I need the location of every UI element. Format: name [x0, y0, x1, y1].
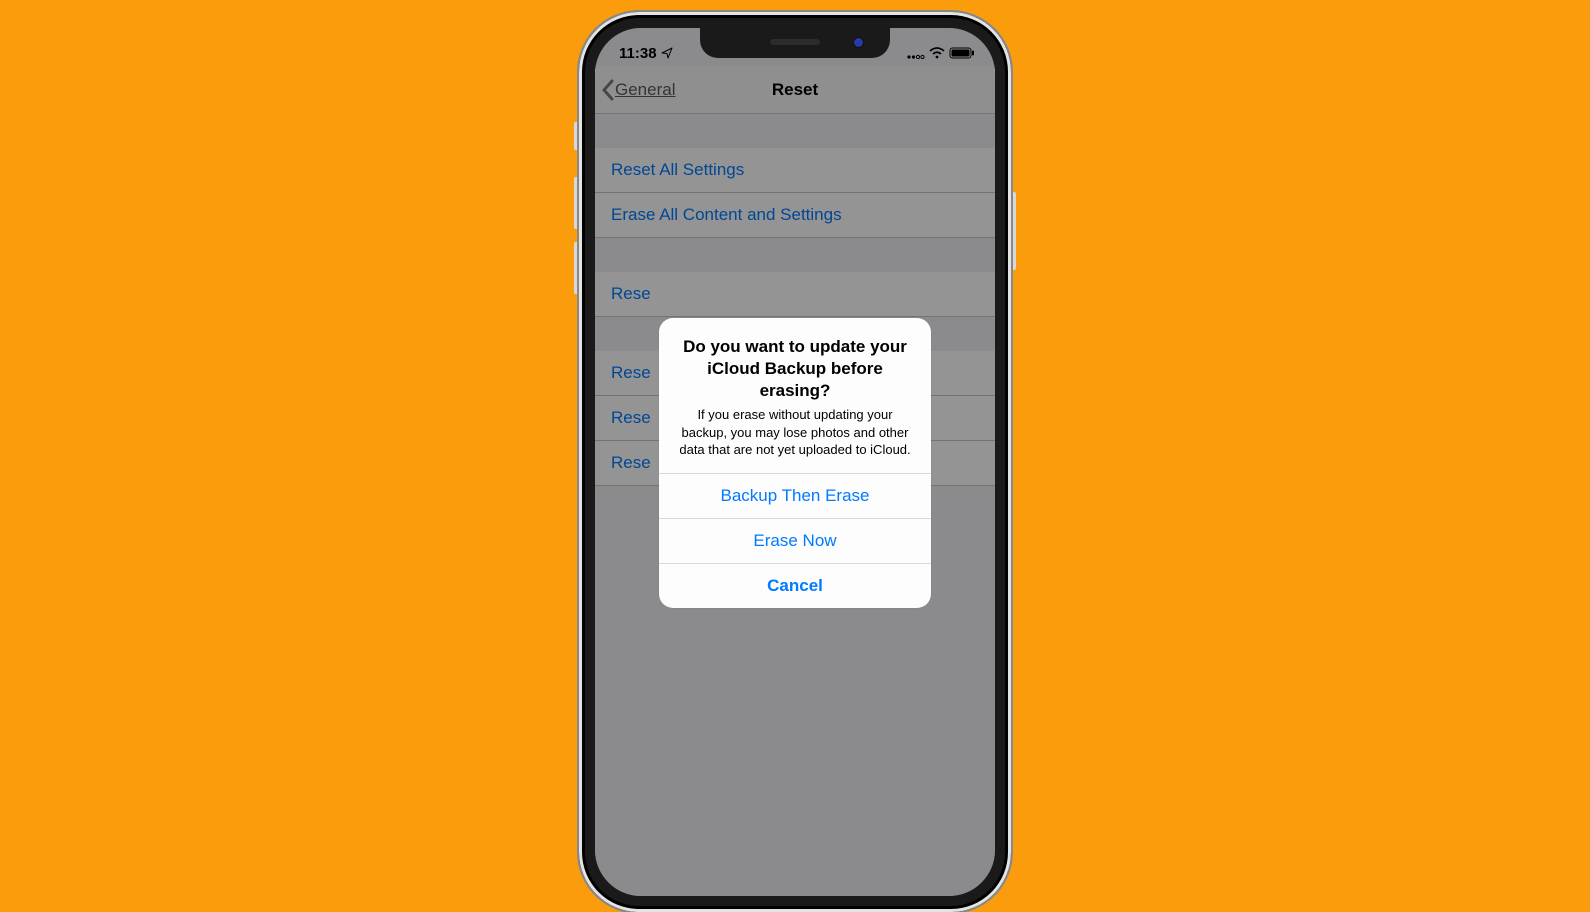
power-button — [1011, 192, 1016, 270]
alert-body: Do you want to update your iCloud Backup… — [659, 318, 931, 473]
phone-frame: 11:38 — [579, 12, 1011, 912]
notch — [700, 28, 890, 58]
erase-now-button[interactable]: Erase Now — [659, 518, 931, 563]
backup-then-erase-button[interactable]: Backup Then Erase — [659, 473, 931, 518]
front-camera — [854, 38, 863, 47]
phone-device: 11:38 — [579, 12, 1011, 912]
alert-message: If you erase without updating your backu… — [673, 406, 917, 459]
screen: 11:38 — [595, 28, 995, 896]
alert-title: Do you want to update your iCloud Backup… — [673, 336, 917, 402]
cancel-button[interactable]: Cancel — [659, 563, 931, 608]
alert-dialog: Do you want to update your iCloud Backup… — [659, 318, 931, 608]
speaker-grille — [770, 39, 820, 45]
